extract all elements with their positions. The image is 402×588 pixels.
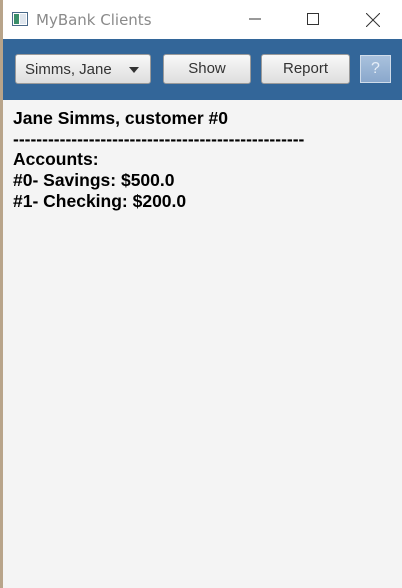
close-icon — [366, 13, 380, 27]
account-item: #0- Savings: $500.0 — [13, 170, 175, 191]
close-button[interactable] — [344, 0, 402, 39]
account-item: #1- Checking: $200.0 — [13, 190, 187, 211]
app-window: MyBank Clients Simms, Jane Show Report ? — [3, 0, 402, 588]
accounts-label: Accounts: — [13, 149, 99, 170]
maximize-button[interactable] — [285, 0, 343, 39]
separator-line: ----------------------------------------… — [13, 128, 305, 149]
minimize-icon — [249, 18, 261, 20]
customer-heading: Jane Simms, customer #0 — [13, 108, 228, 128]
app-window-icon — [12, 12, 28, 26]
title-bar[interactable]: MyBank Clients — [3, 0, 402, 39]
report-button[interactable]: Report — [261, 54, 350, 84]
client-select[interactable]: Simms, Jane — [15, 54, 151, 84]
report-output: Jane Simms, customer #0 ----------------… — [13, 108, 398, 211]
client-select-value: Simms, Jane — [25, 61, 112, 78]
show-button[interactable]: Show — [163, 54, 251, 84]
toolbar: Simms, Jane Show Report ? — [3, 39, 402, 100]
window-title: MyBank Clients — [36, 11, 152, 29]
chevron-down-icon — [129, 67, 139, 73]
help-button[interactable]: ? — [360, 55, 391, 83]
minimize-button[interactable] — [227, 0, 285, 39]
maximize-icon — [307, 13, 319, 25]
